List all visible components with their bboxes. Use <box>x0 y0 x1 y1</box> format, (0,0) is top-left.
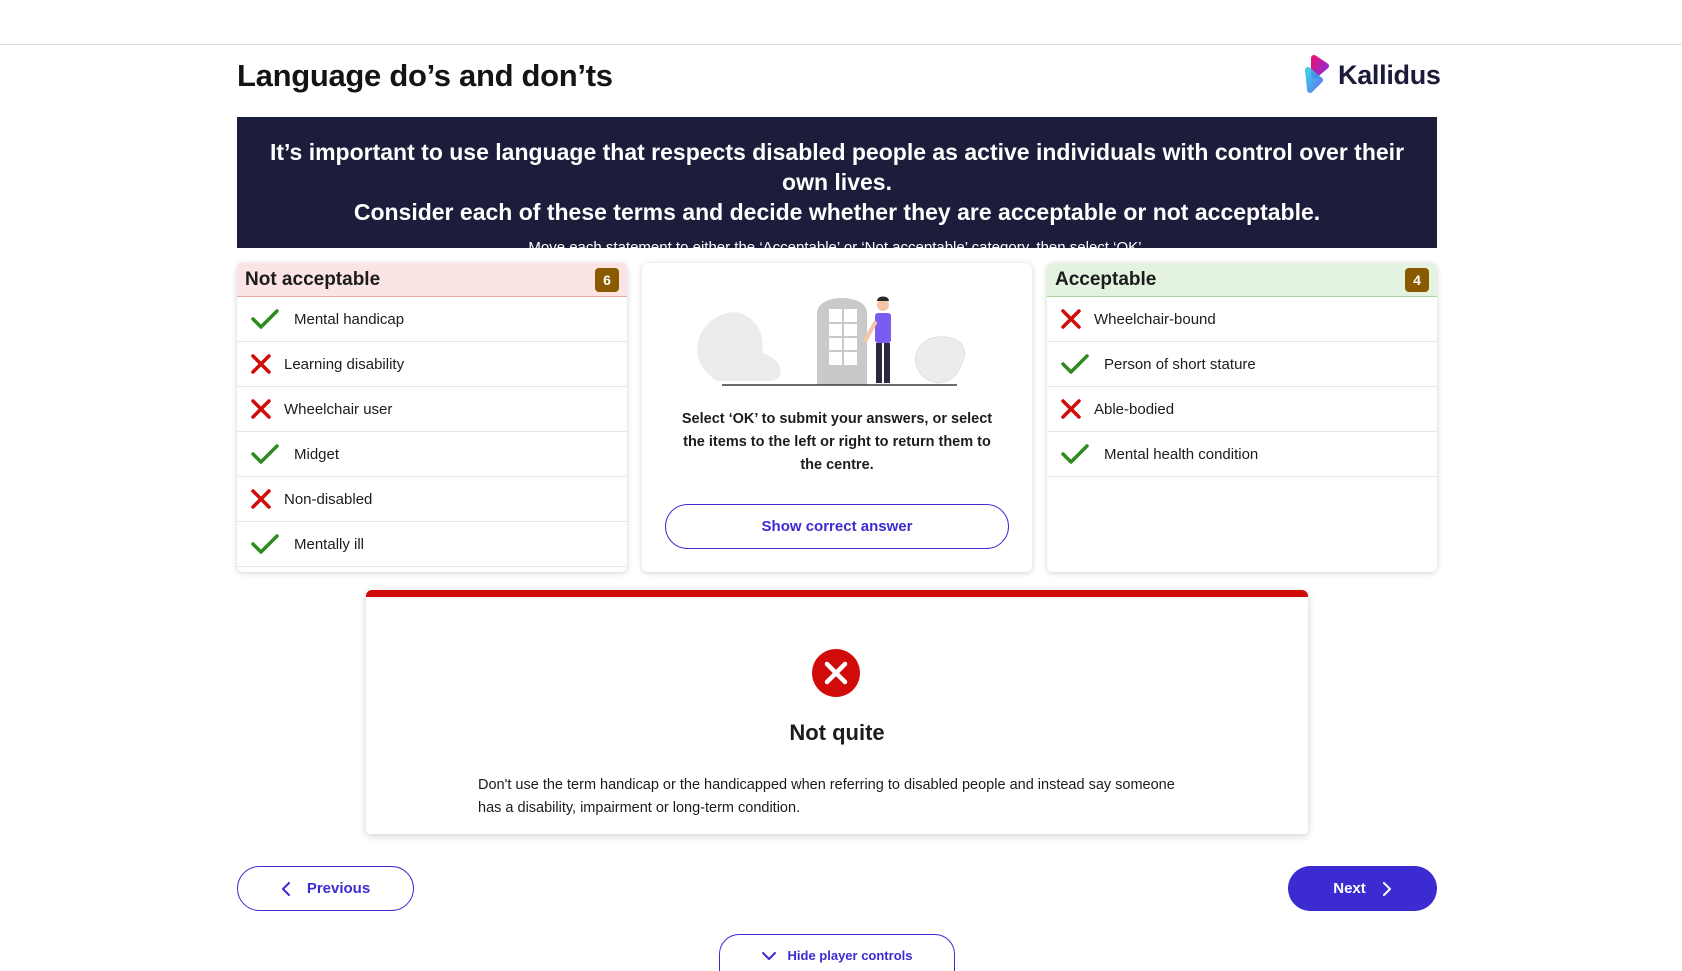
kallidus-logo-icon <box>1305 55 1329 93</box>
chevron-left-icon <box>281 881 290 896</box>
not-acceptable-list: Mental handicap Learning disability Wheelc… <box>237 297 627 567</box>
cross-icon <box>251 352 275 376</box>
list-item-label: Mentally ill <box>294 535 365 553</box>
feedback-text: Don't use the term handicap or the handi… <box>478 777 1175 816</box>
center-panel: Select ‘OK’ to submit your answers, or s… <box>642 263 1032 572</box>
cross-icon <box>251 487 275 511</box>
banner-instruction: Move each statement to either the ‘Accep… <box>528 239 1146 256</box>
previous-label: Previous <box>306 880 371 897</box>
list-item-label: Non-disabled <box>284 490 373 508</box>
not-acceptable-label: Not acceptable <box>245 268 381 290</box>
list-item-label: Mental handicap <box>294 310 405 328</box>
check-icon <box>251 532 281 556</box>
list-item[interactable]: Mental health condition <box>1047 432 1437 477</box>
check-icon <box>251 442 281 466</box>
hide-player-controls-button[interactable]: Hide player controls <box>719 934 955 971</box>
acceptable-count-badge: 4 <box>1405 267 1429 292</box>
list-item[interactable]: Able-bodied <box>1047 387 1437 432</box>
list-item[interactable]: Wheelchair-bound <box>1047 297 1437 342</box>
banner-heading: It’s important to use language that resp… <box>237 137 1437 227</box>
error-circle-icon <box>812 649 860 697</box>
banner-heading-line2: Consider each of these terms and decide … <box>353 199 1321 225</box>
next-label: Next <box>1333 880 1366 897</box>
previous-button[interactable]: Previous <box>237 866 414 911</box>
list-item[interactable]: Mentally ill <box>237 522 627 567</box>
acceptable-header: Acceptable 4 <box>1047 263 1437 297</box>
check-icon <box>1061 352 1091 376</box>
top-divider <box>0 44 1682 45</box>
check-icon <box>1061 442 1091 466</box>
not-acceptable-count-badge: 6 <box>595 267 619 292</box>
feedback-title: Not quite <box>789 720 885 745</box>
list-item[interactable]: Non-disabled <box>237 477 627 522</box>
cross-icon <box>1061 397 1085 421</box>
list-item-label: Midget <box>294 445 340 463</box>
cross-icon <box>251 397 275 421</box>
list-item-label: Mental health condition <box>1104 445 1259 463</box>
instruction-banner: It’s important to use language that resp… <box>237 117 1437 256</box>
feedback-panel: Not quite Don't use the term handicap or… <box>366 590 1308 834</box>
list-item-label: Learning disability <box>284 355 405 373</box>
person-at-door-illustration <box>697 296 966 386</box>
not-acceptable-panel: Not acceptable 6 Mental handicap Learning… <box>237 263 627 572</box>
list-item[interactable]: Person of short stature <box>1047 342 1437 387</box>
center-instruction: Select ‘OK’ to submit your answers, or s… <box>681 411 993 473</box>
show-correct-answer-button[interactable]: Show correct answer <box>665 504 1009 549</box>
banner-heading-line1: It’s important to use language that resp… <box>269 139 1405 195</box>
chevron-right-icon <box>1382 881 1391 896</box>
acceptable-panel: Acceptable 4 Wheelchair-bound Person of s… <box>1047 263 1437 572</box>
list-item[interactable]: Midget <box>237 432 627 477</box>
next-button[interactable]: Next <box>1288 866 1437 911</box>
cross-icon <box>1061 307 1085 331</box>
list-item-label: Able-bodied <box>1094 400 1175 418</box>
acceptable-label: Acceptable <box>1055 268 1157 290</box>
hide-player-controls-label: Hide player controls <box>787 948 913 963</box>
list-item[interactable]: Mental handicap <box>237 297 627 342</box>
check-icon <box>251 307 281 331</box>
logo-text: Kallidus <box>1338 59 1441 90</box>
list-item-label: Wheelchair-bound <box>1094 310 1216 328</box>
kallidus-logo: Kallidus <box>1300 54 1441 96</box>
not-acceptable-header: Not acceptable 6 <box>237 263 627 297</box>
acceptable-list: Wheelchair-bound Person of short stature A… <box>1047 297 1437 477</box>
list-item[interactable]: Learning disability <box>237 342 627 387</box>
list-item-label: Wheelchair user <box>284 400 393 418</box>
page-title: Language do’s and don’ts <box>237 58 613 93</box>
chevron-down-icon <box>761 952 776 960</box>
list-item[interactable]: Wheelchair user <box>237 387 627 432</box>
list-item-label: Person of short stature <box>1104 355 1256 373</box>
